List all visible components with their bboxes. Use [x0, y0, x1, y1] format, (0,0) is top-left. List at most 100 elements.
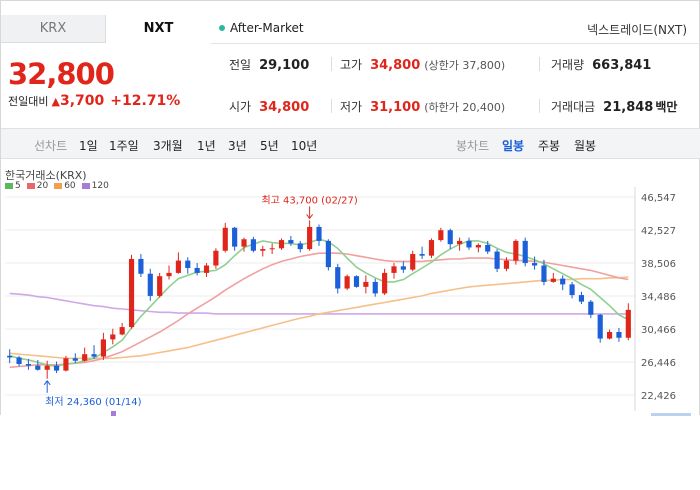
change-value: 3,700: [59, 93, 105, 109]
candle-body: [7, 355, 13, 358]
candle-body: [91, 354, 97, 357]
stat-label: 거래대금: [551, 100, 596, 114]
candle-body: [53, 365, 60, 371]
candle-body: [475, 244, 481, 248]
stat-open: 시가 34,800: [229, 98, 309, 115]
candle-body: [157, 276, 163, 296]
candle-body: [278, 240, 285, 249]
divider: [331, 99, 332, 113]
candle-body: [138, 258, 144, 274]
candle-body: [578, 295, 585, 302]
tab-nxt[interactable]: NXT: [106, 15, 211, 43]
stat-value: 34,800: [370, 58, 421, 73]
candle-body: [503, 260, 510, 269]
candle-body: [110, 334, 116, 340]
candle-chart-label: 봉차트: [456, 139, 490, 153]
change-label: 전일대비: [8, 95, 49, 108]
period-3m[interactable]: 3개월: [153, 137, 183, 154]
candle-body: [541, 265, 547, 282]
candle-body: [269, 248, 275, 250]
candle-body: [532, 263, 538, 266]
candle-body: [63, 358, 69, 371]
candle-weekly[interactable]: 주봉: [538, 137, 560, 154]
candle-body: [241, 239, 247, 247]
candle-body: [597, 314, 603, 339]
volume-marker: [651, 413, 691, 416]
period-1y[interactable]: 1년: [197, 137, 216, 154]
status-dot-icon: [219, 24, 225, 31]
divider: [539, 57, 540, 71]
max-annotation: 최고 43,700 (02/27): [261, 194, 357, 206]
candle-monthly[interactable]: 월봉: [574, 137, 596, 154]
upper-limit: (상한가 37,800): [424, 59, 506, 72]
candle-body: [232, 227, 238, 247]
candle-body: [194, 267, 200, 273]
line-chart-label: 선차트: [34, 139, 68, 153]
candle-body: [316, 226, 322, 241]
candle-body: [288, 240, 294, 244]
candle-body: [119, 327, 125, 335]
period-1w[interactable]: 1주일: [109, 137, 139, 154]
candle-daily[interactable]: 일봉: [502, 137, 524, 154]
stat-value: 29,100: [259, 58, 310, 73]
candle-body: [82, 354, 88, 361]
y-tick-label: 38,506: [641, 259, 676, 270]
candle-body: [307, 226, 313, 250]
stat-label: 거래량: [551, 58, 585, 72]
stat-prev-close: 전일 29,100: [229, 56, 309, 73]
candle-body: [419, 254, 425, 256]
candle-body: [166, 272, 172, 277]
candle-body: [147, 273, 153, 296]
candle-body: [250, 239, 256, 251]
period-10y[interactable]: 10년: [291, 137, 317, 154]
stat-value: 34,800: [259, 100, 310, 115]
candle-body: [457, 240, 463, 245]
volume-strip: [111, 411, 691, 416]
stat-low: 저가 31,100 (하한가 20,400): [340, 98, 505, 115]
candle-body: [382, 272, 388, 294]
y-tick-label: 34,486: [641, 292, 676, 303]
y-tick-label: 42,527: [641, 226, 676, 237]
period-bar: 선차트 1일 1주일 3개월 1년 3년 5년 10년 봉차트 일봉 주봉 월봉: [1, 128, 700, 159]
candle-body: [44, 365, 50, 370]
candle-body: [325, 240, 331, 268]
stat-label: 시가: [229, 100, 252, 114]
divider: [539, 99, 540, 113]
after-market-status: After-Market: [219, 21, 304, 35]
candle-body: [372, 281, 378, 294]
candle-body: [447, 230, 453, 245]
stat-value: 31,100: [370, 100, 421, 115]
tab-krx[interactable]: KRX: [1, 15, 106, 43]
candle-body: [466, 240, 472, 248]
candle-body: [203, 265, 210, 273]
candle-body: [363, 281, 369, 287]
candle-body: [569, 284, 575, 296]
nextrade-link[interactable]: 넥스트레이드(NXT): [587, 21, 687, 38]
candle-body: [222, 227, 228, 251]
candle-body: [25, 364, 32, 366]
change-percent: +12.71%: [110, 93, 181, 109]
candle-body: [428, 240, 435, 256]
period-1d[interactable]: 1일: [79, 137, 98, 154]
candle-body: [175, 260, 181, 273]
market-tabs: KRX NXT: [1, 15, 211, 43]
stat-value: 663,841: [592, 58, 652, 73]
volume-marker: [111, 411, 116, 416]
stat-value: 21,848: [603, 100, 654, 115]
candle-body: [513, 240, 519, 261]
divider: [331, 57, 332, 71]
period-5y[interactable]: 5년: [260, 137, 279, 154]
candle-body: [438, 230, 444, 241]
candle-body: [485, 244, 491, 252]
after-market-label: After-Market: [230, 21, 304, 35]
price-change: 전일대비 ▲3,700 +12.71%: [8, 93, 180, 109]
candle-body: [550, 278, 556, 282]
candle-body: [35, 365, 41, 370]
candle-body: [410, 254, 416, 270]
candle-body: [185, 260, 191, 268]
period-3y[interactable]: 3년: [228, 137, 247, 154]
candle-body: [353, 276, 360, 287]
candle-body: [560, 278, 566, 285]
stock-widget: KRX NXT After-Market 넥스트레이드(NXT) 32,800 …: [0, 0, 700, 416]
candle-body: [625, 309, 631, 338]
